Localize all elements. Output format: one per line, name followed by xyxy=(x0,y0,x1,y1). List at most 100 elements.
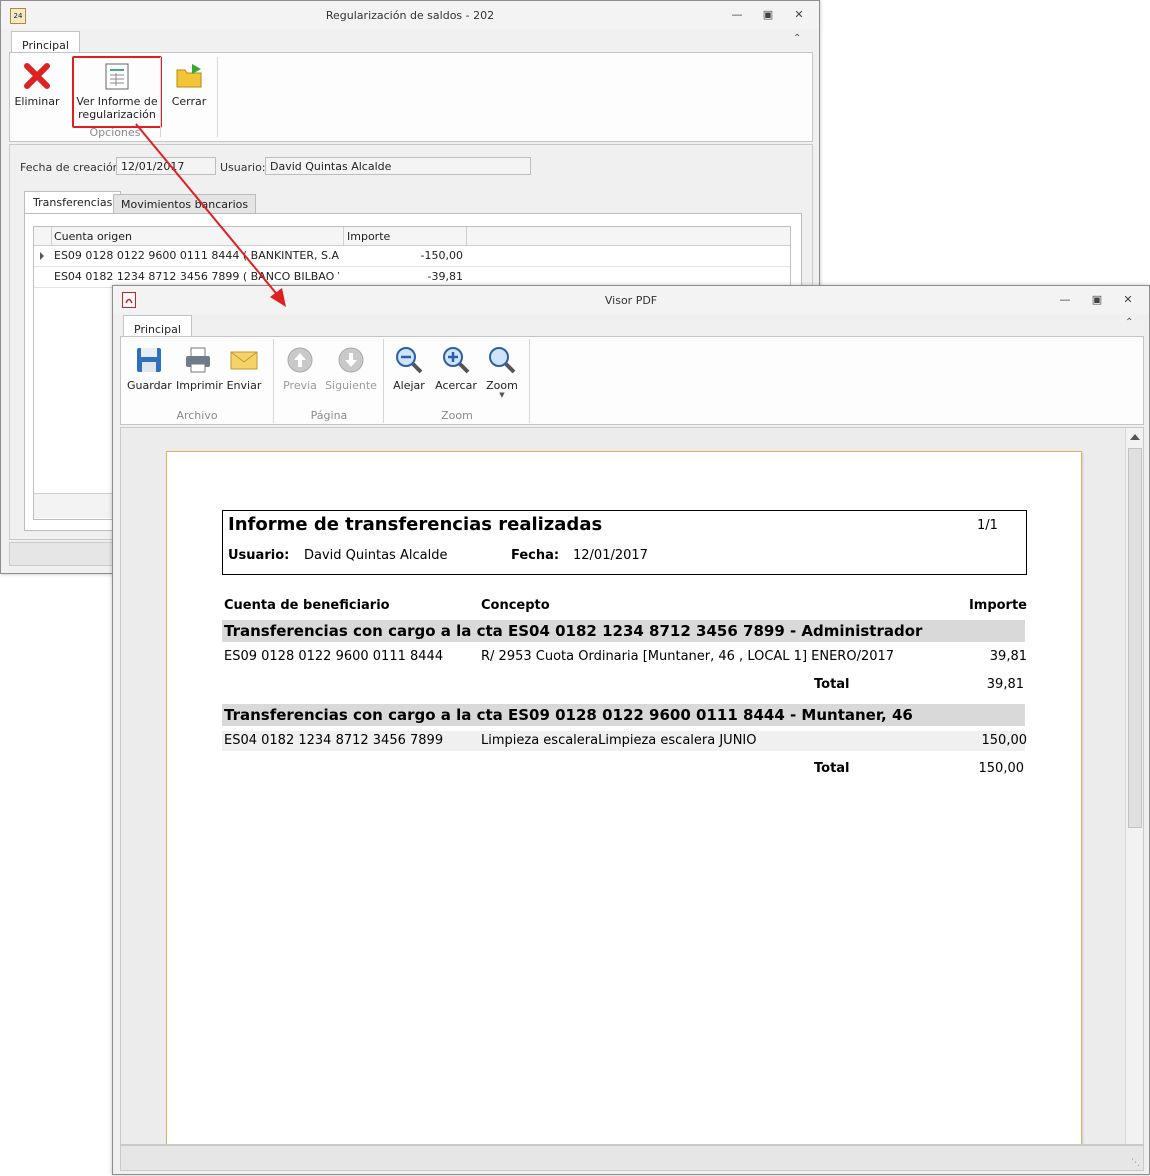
collapse-ribbon-icon[interactable]: ⌃ xyxy=(793,33,801,44)
eliminar-button[interactable]: Eliminar xyxy=(12,61,62,108)
alejar-label: Alejar xyxy=(393,379,425,392)
tab-movimientos[interactable]: Movimientos bancarios xyxy=(113,194,257,214)
zoom-in-icon xyxy=(441,345,471,375)
row-concepto: Limpieza escaleraLimpieza escalera JUNIO xyxy=(481,733,757,748)
tab-label: Principal xyxy=(134,323,181,336)
zoom-out-icon xyxy=(394,345,424,375)
ribbon-panel: Eliminar Ver Informe de regularización C… xyxy=(9,52,813,142)
column-divider xyxy=(343,227,344,245)
minimize-button[interactable]: — xyxy=(1057,293,1073,307)
imprimir-button[interactable]: Imprimir xyxy=(176,345,223,392)
fecha-field[interactable]: 12/01/2017 xyxy=(116,157,216,175)
ribbon-panel: Guardar Imprimir Enviar Archivo Previa S… xyxy=(120,336,1144,425)
group-separator xyxy=(529,339,530,423)
cell-importe: -150,00 xyxy=(420,249,463,262)
usuario-field[interactable]: David Quintas Alcalde xyxy=(265,157,531,175)
close-button[interactable]: ✕ xyxy=(791,8,807,22)
col-cuenta-header: Cuenta de beneficiario xyxy=(224,598,390,613)
pdf-viewer-window: Visor PDF — ▣ ✕ Principal ⌃ Guardar Impr… xyxy=(112,285,1150,1175)
group-label-pagina: Página xyxy=(310,409,348,422)
acercar-label: Acercar xyxy=(435,379,477,392)
maximize-button[interactable]: ▣ xyxy=(1089,293,1105,307)
enviar-button[interactable]: Enviar xyxy=(224,345,264,392)
mail-icon xyxy=(229,345,259,375)
report-title: Informe de transferencias realizadas xyxy=(228,514,603,535)
delete-icon xyxy=(22,61,52,91)
siguiente-label: Siguiente xyxy=(325,379,377,392)
save-icon xyxy=(134,345,164,375)
group-label-zoom: Zoom xyxy=(441,409,473,422)
status-bar: ⋱ xyxy=(120,1145,1144,1171)
cell-cuenta: ES09 0128 0122 9600 0111 8444 ( BANKINTE… xyxy=(54,249,339,262)
header-importe[interactable]: Importe xyxy=(347,230,457,243)
total-value: 39,81 xyxy=(986,677,1024,692)
title-bar[interactable]: 24 Regularización de saldos - 202 — ▣ ✕ xyxy=(1,1,819,29)
minimize-button[interactable]: — xyxy=(729,8,745,22)
group-separator xyxy=(273,339,274,423)
title-bar[interactable]: Visor PDF — ▣ ✕ xyxy=(113,286,1149,314)
ver-informe-button[interactable]: Ver Informe de regularización xyxy=(72,56,162,128)
group-separator xyxy=(160,57,161,137)
window-title: Visor PDF xyxy=(604,294,658,307)
row-cuenta: ES04 0182 1234 8712 3456 7899 xyxy=(224,733,444,748)
previa-button[interactable]: Previa xyxy=(279,345,321,392)
pdf-page: Informe de transferencias realizadas 1/1… xyxy=(166,451,1082,1144)
previa-label: Previa xyxy=(283,379,317,392)
group-separator xyxy=(383,339,384,423)
page-number: 1/1 xyxy=(977,518,998,533)
document-viewport: Informe de transferencias realizadas 1/1… xyxy=(120,427,1144,1145)
total-value: 150,00 xyxy=(978,761,1025,776)
ver-informe-label-1: Ver Informe de xyxy=(76,95,158,108)
enviar-label: Enviar xyxy=(226,379,262,392)
vertical-scrollbar[interactable] xyxy=(1125,428,1143,1144)
alejar-button[interactable]: Alejar xyxy=(389,345,429,392)
arrow-down-icon xyxy=(336,345,366,375)
acercar-button[interactable]: Acercar xyxy=(433,345,479,392)
cell-cuenta: ES04 0182 1234 8712 3456 7899 ( BANCO BI… xyxy=(54,270,339,283)
col-concepto-header: Concepto xyxy=(481,598,550,613)
report-icon xyxy=(102,61,132,91)
collapse-ribbon-icon[interactable]: ⌃ xyxy=(1125,317,1133,328)
cerrar-label: Cerrar xyxy=(171,95,207,108)
zoom-button[interactable]: Zoom ▼ xyxy=(483,345,521,399)
tab-transferencias[interactable]: Transferencias xyxy=(24,191,122,214)
row-indicator-icon xyxy=(40,252,44,260)
arrow-up-icon xyxy=(285,345,315,375)
scrollbar-thumb[interactable] xyxy=(1128,448,1142,828)
total-label: Total xyxy=(814,677,850,692)
group-label-archivo: Archivo xyxy=(176,409,218,422)
guardar-button[interactable]: Guardar xyxy=(127,345,172,392)
tab-label: Principal xyxy=(22,39,69,52)
fecha-label: Fecha de creación: xyxy=(20,161,124,174)
total-label: Total xyxy=(814,761,850,776)
siguiente-button[interactable]: Siguiente xyxy=(325,345,377,392)
table-row[interactable]: ES09 0128 0122 9600 0111 8444 ( BANKINTE… xyxy=(34,246,790,267)
ver-informe-label-2: regularización xyxy=(78,108,156,121)
maximize-button[interactable]: ▣ xyxy=(760,8,776,22)
group-label-opciones: Opciones xyxy=(89,126,141,139)
guardar-label: Guardar xyxy=(127,379,172,392)
zoom-icon xyxy=(487,345,517,375)
header-cuenta-origen[interactable]: Cuenta origen xyxy=(54,230,339,243)
group-separator xyxy=(217,57,218,137)
tab-movimientos-label: Movimientos bancarios xyxy=(121,198,249,211)
cerrar-button[interactable]: Cerrar xyxy=(166,61,212,108)
chevron-down-icon: ▼ xyxy=(499,391,505,399)
print-icon xyxy=(183,345,213,375)
row-concepto: R/ 2953 Cuota Ordinaria [Muntaner, 46 , … xyxy=(481,649,895,664)
fecha-value: 12/01/2017 xyxy=(573,548,648,563)
folder-icon xyxy=(174,61,204,91)
row-cuenta: ES09 0128 0122 9600 0111 8444 xyxy=(224,649,444,664)
fecha-label: Fecha: xyxy=(511,548,560,563)
scroll-up-icon[interactable] xyxy=(1130,434,1140,440)
row-importe: 39,81 xyxy=(989,649,1027,664)
window-title: Regularización de saldos - 202 xyxy=(325,9,495,22)
close-button[interactable]: ✕ xyxy=(1120,293,1136,307)
grid-indicator-header xyxy=(34,227,52,245)
usuario-label: Usuario: xyxy=(228,548,290,563)
grid-header-row: Cuenta origen Importe xyxy=(34,227,790,246)
tab-transferencias-label: Transferencias xyxy=(33,196,113,209)
eliminar-label: Eliminar xyxy=(14,95,60,108)
resize-grip-icon[interactable]: ⋱ xyxy=(1131,1158,1140,1168)
col-importe-header: Importe xyxy=(968,598,1027,613)
